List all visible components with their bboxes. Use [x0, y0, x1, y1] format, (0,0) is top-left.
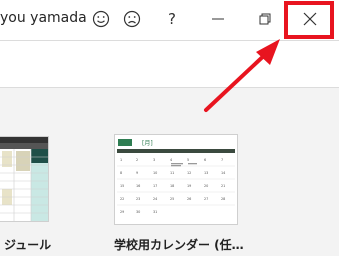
close-button-highlight [284, 1, 334, 39]
